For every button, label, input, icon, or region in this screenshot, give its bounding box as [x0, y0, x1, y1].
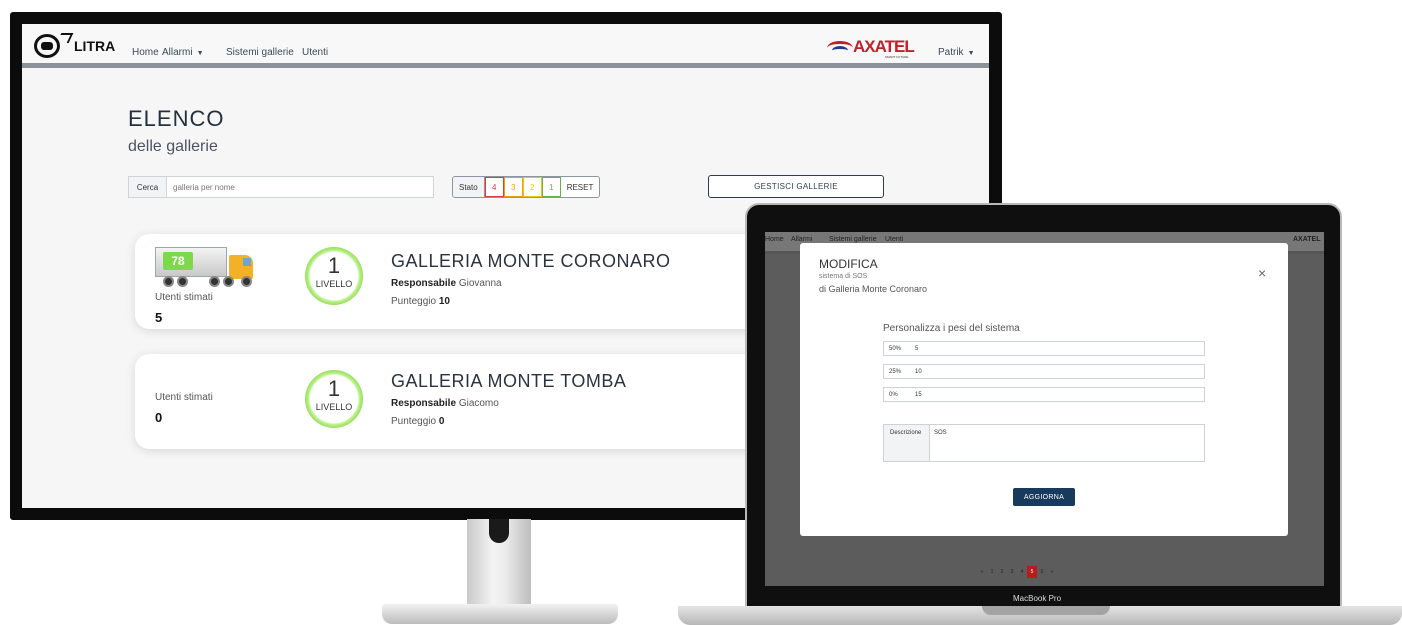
search-label: Cerca: [129, 177, 167, 197]
bg-axatel-logo: AXATEL: [1293, 236, 1321, 243]
modal-subtitle-gallery: di Galleria Monte Coronaro: [819, 284, 928, 294]
status-level-3-button[interactable]: 3: [503, 177, 523, 197]
monitor-stand-cable-hole: [489, 519, 509, 543]
users-estimated-label: Utenti stimati: [155, 392, 213, 403]
gallery-name: GALLERIA MONTE CORONARO: [391, 251, 671, 271]
user-menu-label: Patrik: [938, 47, 964, 58]
status-level-2-button[interactable]: 2: [522, 177, 542, 197]
pagination-next[interactable]: »: [1047, 566, 1057, 578]
pagination: « 1 2 3 4 5 6 »: [977, 566, 1057, 578]
status-level-4-button[interactable]: 4: [484, 177, 504, 197]
axatel-tagline: SMART FUTURE: [885, 55, 909, 59]
responsible-name: Giacomo: [458, 398, 499, 409]
pagination-page[interactable]: 6: [1037, 566, 1047, 578]
manage-galleries-button[interactable]: GESTISCI GALLERIE: [708, 175, 884, 198]
pagination-page[interactable]: 2: [997, 566, 1007, 578]
status-reset-button[interactable]: RESET: [561, 177, 600, 197]
search-group: Cerca: [128, 176, 434, 198]
weights-section-title: Personalizza i pesi del sistema: [883, 323, 1020, 334]
brand-name: LITRA: [74, 38, 116, 54]
axatel-logo: AXATEL SMART FUTURE: [827, 37, 915, 59]
users-estimated-value: 5: [155, 310, 163, 325]
nav-home[interactable]: Home: [132, 47, 159, 58]
score-value: 0: [438, 416, 445, 427]
user-menu[interactable]: Patrik ▼: [938, 47, 975, 58]
weight-prefix: 50%: [884, 342, 912, 355]
level-badge: 1 LIVELLO: [305, 247, 363, 305]
gallery-score: Punteggio 10: [391, 296, 450, 307]
update-button[interactable]: AGGIORNA: [1013, 488, 1075, 506]
bg-nav-home: Home: [765, 236, 784, 243]
modal-subtitle-system: sistema di SOS: [819, 273, 868, 280]
brand-logo[interactable]: LITRA: [34, 33, 116, 58]
weight-field-25[interactable]: 25% 10: [883, 364, 1205, 379]
nav-sistemi-gallerie[interactable]: Sistemi gallerie: [226, 47, 294, 58]
weight-value[interactable]: 10: [912, 365, 1204, 378]
score-label: Punteggio: [391, 416, 437, 427]
monitor-stand-base: [382, 604, 618, 624]
gallery-responsible: Responsabile Giovanna: [391, 278, 502, 289]
level-label: LIVELLO: [315, 402, 353, 412]
page-title: ELENCO: [128, 106, 225, 131]
nav-allarmi[interactable]: Allarmi ▼: [162, 47, 204, 58]
level-number: 1: [327, 253, 341, 278]
weight-prefix: 25%: [884, 365, 912, 378]
nav-allarmi-label: Allarmi: [162, 47, 193, 58]
nav-utenti[interactable]: Utenti: [302, 47, 328, 58]
edit-modal: MODIFICA sistema di SOS di Galleria Mont…: [800, 243, 1288, 536]
description-field[interactable]: Descrizione SOS: [883, 424, 1205, 462]
description-label: Descrizione: [884, 425, 930, 461]
pagination-page[interactable]: 4: [1017, 566, 1027, 578]
users-estimated-value: 0: [155, 410, 163, 425]
weight-field-0[interactable]: 0% 15: [883, 387, 1205, 402]
axatel-wordmark: AXATEL: [853, 37, 915, 56]
level-number: 1: [327, 376, 341, 401]
bg-nav-allarmi: Allarmi: [791, 236, 813, 243]
search-input[interactable]: [167, 177, 433, 197]
top-navbar: LITRA Home Allarmi ▼ Sistemi gallerie Ute…: [22, 24, 989, 68]
modal-title: MODIFICA: [819, 257, 878, 271]
weight-field-50[interactable]: 50% 5: [883, 341, 1205, 356]
level-badge: 1 LIVELLO: [305, 370, 363, 428]
chevron-down-icon: ▼: [967, 50, 975, 57]
pagination-page[interactable]: 3: [1007, 566, 1017, 578]
pagination-prev[interactable]: «: [977, 566, 987, 578]
laptop-lid: Home Allarmi Sistemi gallerie Utenti AXA…: [745, 203, 1342, 608]
laptop-model-label: MacBook Pro: [1013, 594, 1062, 603]
truck-icon: 78: [155, 247, 265, 291]
responsible-label: Responsabile: [391, 398, 457, 409]
laptop-screen: Home Allarmi Sistemi gallerie Utenti AXA…: [765, 232, 1324, 586]
status-filter-label: Stato: [453, 177, 485, 197]
gallery-name: GALLERIA MONTE TOMBA: [391, 371, 627, 391]
score-label: Punteggio: [391, 296, 437, 307]
bg-nav-utenti: Utenti: [885, 236, 904, 243]
weight-value[interactable]: 15: [912, 388, 1204, 401]
litra-logo-icon: [34, 33, 74, 58]
laptop-notch: [982, 606, 1110, 615]
gallery-responsible: Responsabile Giacomo: [391, 398, 499, 409]
responsible-label: Responsabile: [391, 278, 457, 289]
bg-nav-sistemi-gallerie: Sistemi gallerie: [829, 236, 877, 243]
status-filter: Stato 4 3 2 1 RESET: [452, 176, 601, 198]
level-label: LIVELLO: [315, 279, 353, 289]
truck-count-badge: 78: [163, 252, 193, 270]
close-icon[interactable]: ×: [1258, 265, 1266, 281]
users-estimated-label: Utenti stimati: [155, 292, 213, 303]
pagination-page-active[interactable]: 5: [1027, 566, 1037, 578]
axatel-wave-inner-icon: [832, 46, 848, 55]
gallery-score: Punteggio 0: [391, 416, 444, 427]
pagination-page[interactable]: 1: [987, 566, 997, 578]
page-subtitle: delle gallerie: [128, 138, 218, 155]
weight-prefix: 0%: [884, 388, 912, 401]
description-textarea[interactable]: SOS: [930, 425, 1204, 461]
responsible-name: Giovanna: [458, 278, 502, 289]
score-value: 10: [438, 296, 450, 307]
weight-value[interactable]: 5: [912, 342, 1204, 355]
chevron-down-icon: ▼: [196, 50, 204, 57]
status-level-1-button[interactable]: 1: [541, 177, 561, 197]
